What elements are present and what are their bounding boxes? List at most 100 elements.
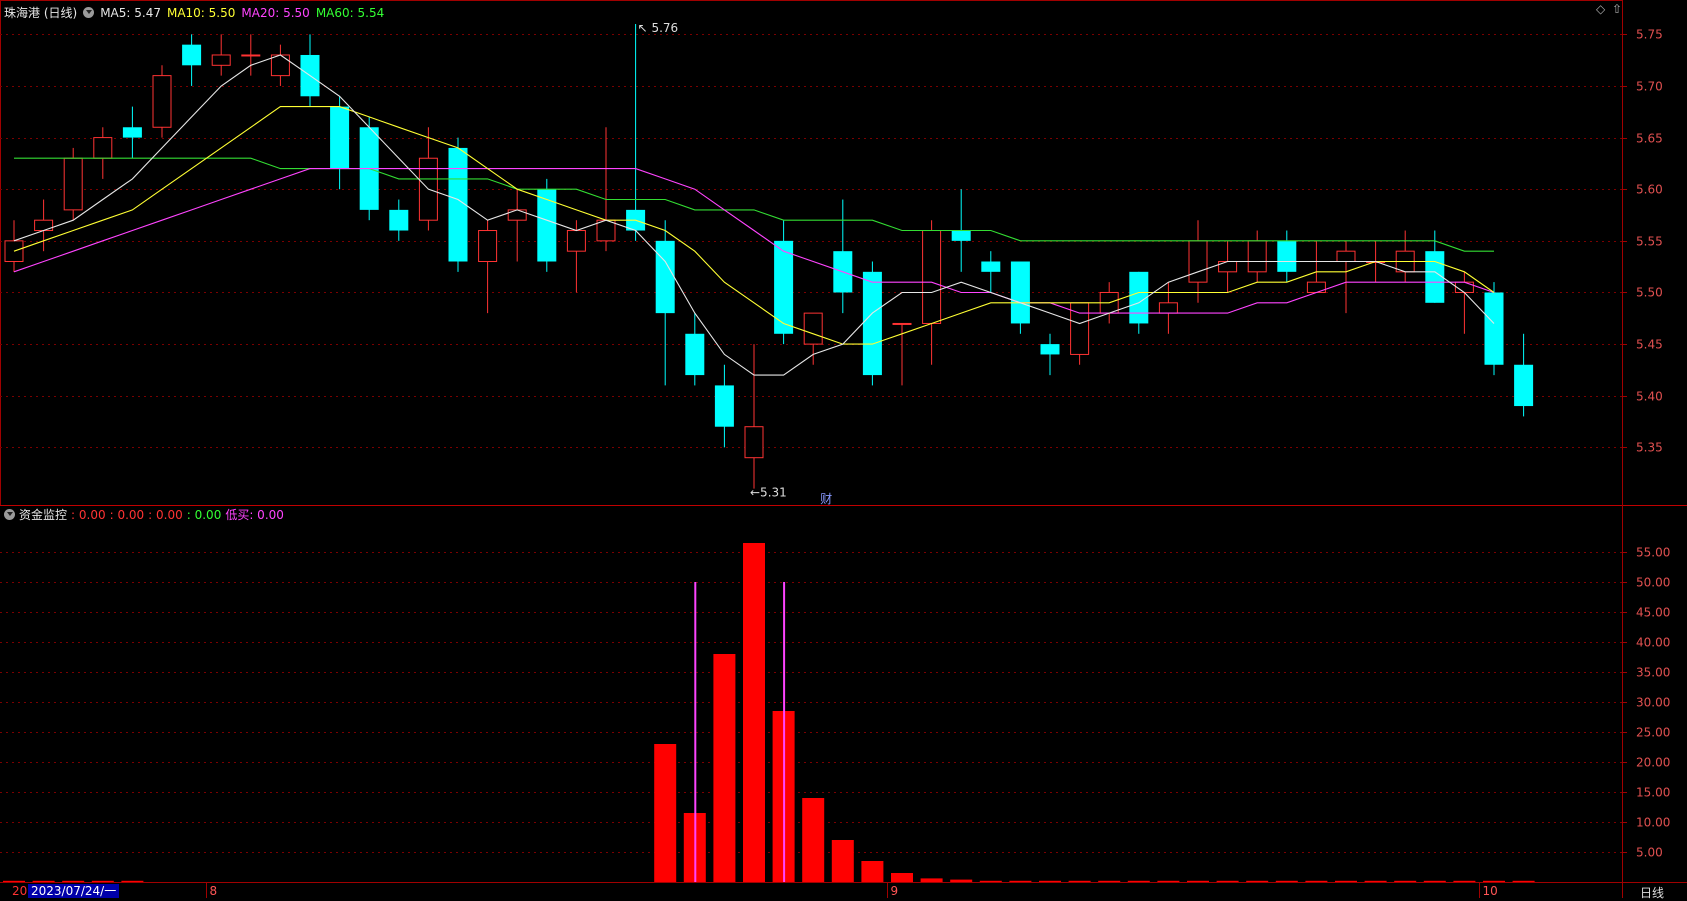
- indicator-value-1: : 0.00: [71, 507, 106, 522]
- candle: [744, 344, 764, 489]
- candle-body: [1040, 344, 1060, 355]
- axis-start-label: 20: [12, 884, 28, 898]
- candle-body: [63, 157, 83, 211]
- candle-body: [803, 312, 823, 345]
- volume-bar: [920, 878, 943, 882]
- period-label[interactable]: 日线: [1640, 884, 1664, 901]
- volume-tick-label: 15.00: [1636, 786, 1670, 800]
- indicator-value-4: : 0.00: [186, 507, 222, 522]
- candle-body: [478, 230, 498, 263]
- candle: [122, 106, 142, 159]
- stock-title: 珠海港 (日线): [4, 6, 78, 20]
- candle: [270, 44, 290, 86]
- candle-body: [596, 219, 616, 242]
- candle: [1218, 240, 1238, 293]
- candle-body: [1010, 261, 1030, 324]
- ma5-legend: MA5: 5.47: [100, 5, 161, 20]
- candle: [1040, 333, 1060, 376]
- price-tick-label: 5.55: [1636, 235, 1663, 249]
- ma10-line: [13, 106, 1495, 345]
- volume-bar: [802, 798, 825, 882]
- candle-body: [774, 240, 794, 334]
- volume-tick-label: 30.00: [1636, 696, 1670, 710]
- low-price-marker: ←5.31: [750, 486, 787, 500]
- candle: [389, 199, 409, 241]
- volume-bar: [1246, 880, 1269, 882]
- candle: [1484, 282, 1504, 376]
- volume-tick-label: 55.00: [1636, 546, 1670, 560]
- volume-layer: [3, 543, 1535, 882]
- candle: [1336, 240, 1356, 314]
- volume-tick-label: 25.00: [1636, 726, 1670, 740]
- candle: [63, 147, 83, 221]
- candle-body: [1277, 240, 1297, 272]
- volume-bar: [1364, 880, 1387, 882]
- candle-body: [685, 333, 705, 376]
- candle-body: [981, 261, 1001, 272]
- candle: [330, 96, 350, 190]
- volume-bar: [1453, 880, 1476, 882]
- candle-body: [507, 209, 527, 221]
- volume-bar: [32, 880, 55, 882]
- volume-tick-label: 40.00: [1636, 636, 1670, 650]
- candle-body: [1514, 364, 1534, 407]
- grid-layer: [0, 0, 1687, 898]
- indicator-value-3: : 0.00: [148, 507, 183, 522]
- volume-bar: [979, 880, 1002, 882]
- volume-bar: [1305, 880, 1328, 882]
- price-tick-label: 5.45: [1636, 338, 1663, 352]
- volume-tick-label: 45.00: [1636, 606, 1670, 620]
- candle: [1070, 302, 1090, 365]
- ma5-line: [13, 54, 1495, 376]
- volume-tick-label: 35.00: [1636, 666, 1670, 680]
- volume-bar: [1068, 880, 1091, 882]
- candle: [1306, 240, 1326, 293]
- candle-body: [922, 230, 942, 324]
- main-header: 珠海港 (日线) MA5: 5.47 MA10: 5.50 MA20: 5.50…: [4, 4, 384, 21]
- high-price-marker: ↖ 5.76: [638, 21, 679, 35]
- volume-bar: [743, 543, 765, 882]
- candle: [152, 65, 172, 138]
- candle-body: [1336, 250, 1356, 263]
- candle: [1158, 282, 1178, 334]
- candle-body: [566, 230, 586, 252]
- candle-body: [744, 426, 764, 459]
- volume-bar: [891, 873, 913, 882]
- diamond-icon[interactable]: ◇: [1596, 2, 1605, 16]
- candle: [685, 313, 705, 386]
- candle: [1514, 333, 1534, 417]
- candle: [655, 220, 675, 386]
- volume-tick-label: 10.00: [1636, 816, 1670, 830]
- candle: [803, 312, 823, 365]
- collapse-up-icon[interactable]: ⇧: [1612, 2, 1622, 16]
- date-cursor-label: 2023/07/24/一: [28, 884, 120, 898]
- candle-body: [1218, 261, 1238, 273]
- volume-bar: [1127, 880, 1150, 882]
- candle-body: [122, 127, 142, 138]
- candle-body: [182, 44, 202, 66]
- kline-chart-canvas[interactable]: 5.75 5.70 5.65 5.60 5.55 5.50 5.45 5.40 5.35 55.0…: [0, 0, 1687, 898]
- finance-event-marker: 财: [820, 492, 832, 506]
- candle: [4, 220, 24, 272]
- candle-body: [93, 137, 113, 159]
- candle: [1454, 271, 1474, 334]
- candle: [626, 24, 646, 241]
- candle: [1395, 230, 1415, 283]
- candle-body: [270, 54, 290, 77]
- volume-bar: [1098, 880, 1121, 882]
- candle-body: [951, 230, 971, 241]
- price-tick-label: 5.70: [1636, 80, 1663, 94]
- volume-bar: [3, 880, 25, 882]
- indicator-low-buy: 低买: 0.00: [225, 508, 284, 522]
- candle-body: [1188, 240, 1208, 283]
- candle-body: [211, 54, 231, 66]
- candle: [714, 364, 734, 448]
- main-frame: [0, 0, 1623, 506]
- dropdown-icon[interactable]: [83, 7, 95, 18]
- candle-body: [389, 209, 409, 231]
- indicator-dropdown-icon[interactable]: [4, 509, 15, 520]
- volume-tick-label: 20.00: [1636, 756, 1670, 770]
- price-tick-label: 5.75: [1636, 28, 1663, 42]
- candle: [211, 34, 231, 76]
- candle-body: [1247, 240, 1267, 273]
